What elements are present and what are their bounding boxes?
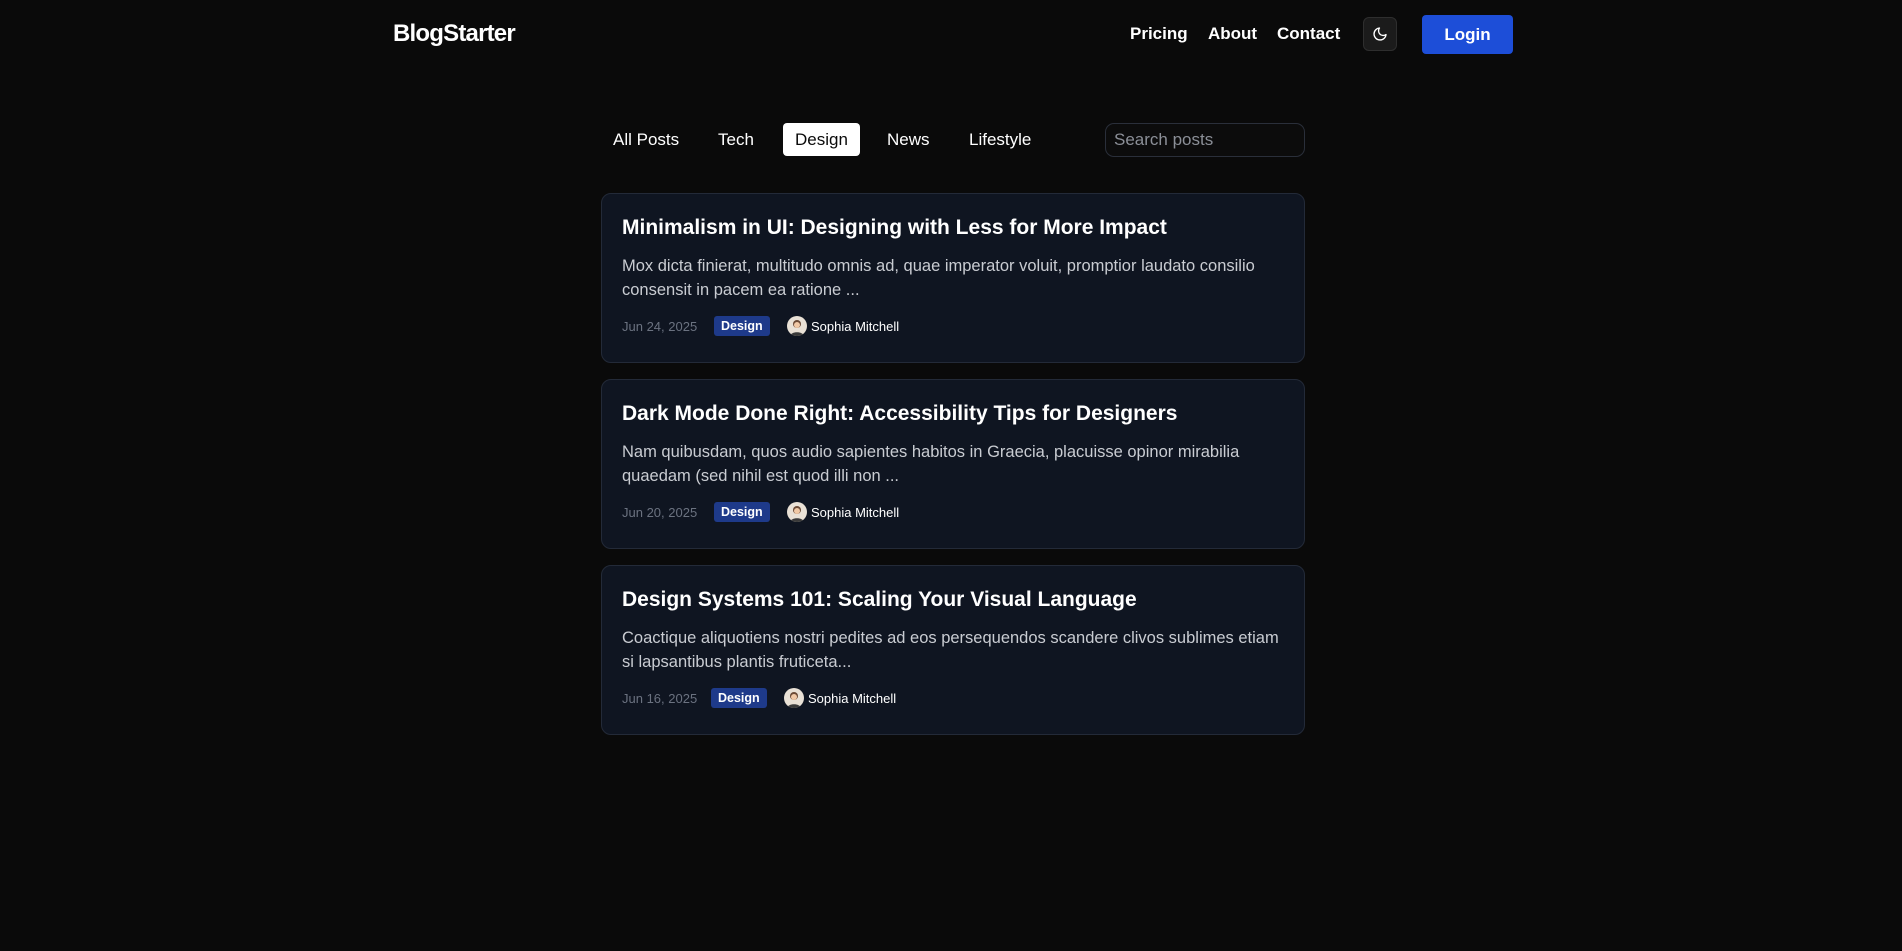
author-avatar: [787, 316, 807, 336]
filter-design[interactable]: Design: [783, 123, 860, 156]
post-date: Jun 20, 2025: [622, 505, 698, 520]
top-navigation: BlogStarter Pricing About Contact Login: [0, 0, 1902, 70]
category-badge[interactable]: Design: [714, 502, 770, 522]
author-avatar: [787, 502, 807, 522]
post-card[interactable]: Dark Mode Done Right: Accessibility Tips…: [601, 379, 1305, 549]
post-excerpt: Coactique aliquotiens nostri pedites ad …: [622, 629, 1279, 671]
search-input[interactable]: [1105, 123, 1305, 157]
post-card[interactable]: Design Systems 101: Scaling Your Visual …: [601, 565, 1305, 735]
post-excerpt: Mox dicta finierat, multitudo omnis ad, …: [622, 257, 1255, 299]
author-avatar: [784, 688, 804, 708]
filter-news[interactable]: News: [875, 123, 942, 156]
post-title[interactable]: Dark Mode Done Right: Accessibility Tips…: [622, 402, 1177, 426]
author-name[interactable]: Sophia Mitchell: [811, 505, 899, 520]
post-meta: Jun 16, 2025 Design Sophia Mitchell: [622, 688, 1286, 710]
post-date: Jun 24, 2025: [622, 319, 698, 334]
author-name[interactable]: Sophia Mitchell: [811, 319, 899, 334]
author-name[interactable]: Sophia Mitchell: [808, 691, 896, 706]
post-meta: Jun 24, 2025 Design Sophia Mitchell: [622, 316, 1286, 338]
post-excerpt: Nam quibusdam, quos audio sapientes habi…: [622, 443, 1240, 485]
post-title[interactable]: Design Systems 101: Scaling Your Visual …: [622, 588, 1137, 612]
post-meta: Jun 20, 2025 Design Sophia Mitchell: [622, 502, 1286, 524]
post-date: Jun 16, 2025: [622, 691, 698, 706]
category-badge[interactable]: Design: [711, 688, 767, 708]
moon-icon: [1373, 27, 1387, 41]
filter-all-posts[interactable]: All Posts: [601, 123, 691, 156]
category-badge[interactable]: Design: [714, 316, 770, 336]
nav-contact[interactable]: Contact: [1277, 24, 1340, 44]
site-logo[interactable]: BlogStarter: [393, 20, 516, 48]
post-card[interactable]: Minimalism in UI: Designing with Less fo…: [601, 193, 1305, 363]
nav-about[interactable]: About: [1208, 24, 1257, 44]
theme-toggle-button[interactable]: [1363, 17, 1397, 51]
login-button[interactable]: Login: [1422, 15, 1513, 54]
filter-tech[interactable]: Tech: [706, 123, 766, 156]
nav-pricing[interactable]: Pricing: [1130, 24, 1188, 44]
filter-lifestyle[interactable]: Lifestyle: [957, 123, 1043, 156]
post-title[interactable]: Minimalism in UI: Designing with Less fo…: [622, 216, 1167, 240]
